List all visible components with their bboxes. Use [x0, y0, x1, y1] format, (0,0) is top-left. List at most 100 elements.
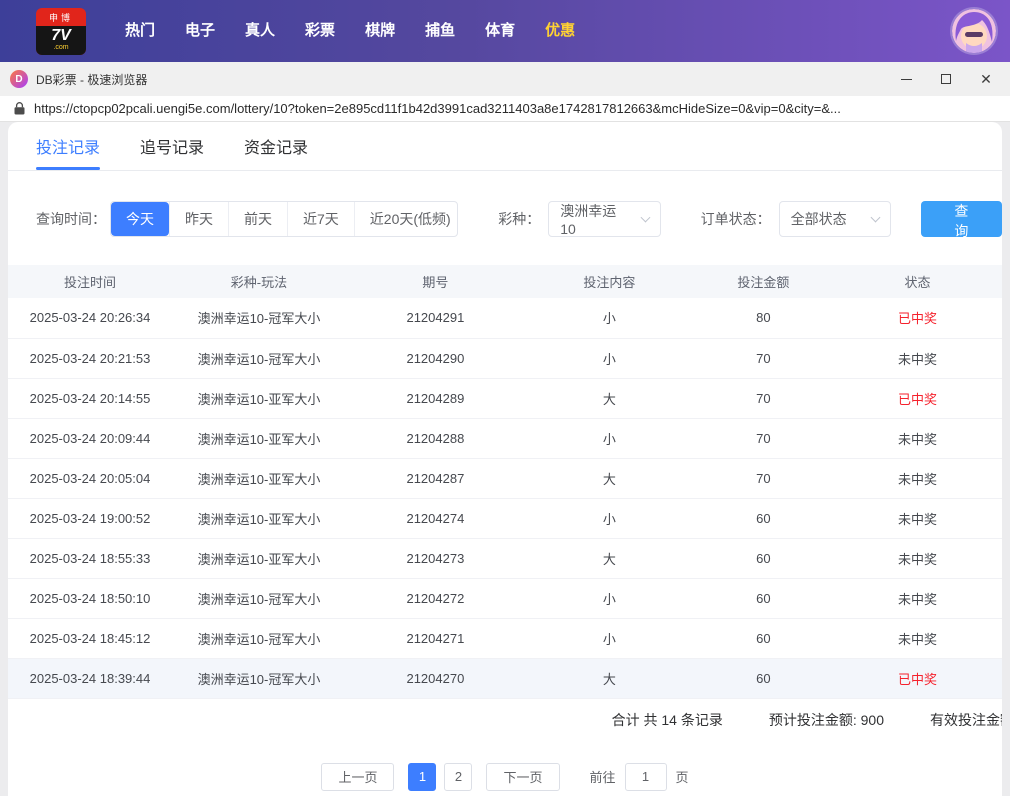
lottery-select-value: 澳洲幸运10 — [560, 203, 617, 237]
close-button[interactable]: ✕ — [966, 62, 1006, 96]
bet-table-body: 2025-03-24 20:26:34 澳洲幸运10-冠军大小 21204291 小 8… — [8, 298, 1002, 699]
cell-amount: 70 — [693, 458, 833, 499]
next-page-button[interactable]: 下一页 — [486, 762, 560, 791]
site-logo-brand: 7V — [51, 26, 71, 44]
browser-titlebar[interactable]: D DB彩票 - 极速浏览器 ✕ — [0, 62, 1010, 96]
cell-issue: 21204287 — [345, 458, 525, 499]
cell-game: 澳洲幸运10-冠军大小 — [172, 298, 346, 339]
lottery-select[interactable]: 澳洲幸运10 — [548, 201, 661, 237]
page-number-1[interactable]: 1 — [408, 762, 437, 791]
chevron-down-icon — [640, 212, 651, 223]
cell-content: 小 — [524, 618, 694, 659]
column-header: 投注内容 — [524, 265, 694, 298]
page-number-2[interactable]: 2 — [444, 762, 473, 791]
cell-issue: 21204290 — [345, 338, 525, 379]
goto-suffix: 页 — [675, 770, 689, 785]
nav-item-体育[interactable]: 体育 — [470, 0, 530, 62]
cell-game: 澳洲幸运10-冠军大小 — [172, 658, 346, 699]
nav-item-优惠[interactable]: 优惠 — [530, 0, 590, 62]
cell-game: 澳洲幸运10-冠军大小 — [172, 338, 346, 379]
cell-issue: 21204289 — [345, 378, 525, 419]
cell-status: 已中奖 — [832, 658, 1002, 699]
cell-game: 澳洲幸运10-亚军大小 — [172, 418, 346, 459]
status-select[interactable]: 全部状态 — [778, 201, 891, 237]
nav-item-彩票[interactable]: 彩票 — [290, 0, 350, 62]
cell-amount: 70 — [693, 338, 833, 379]
cell-content: 小 — [524, 418, 694, 459]
cell-amount: 70 — [693, 418, 833, 459]
cell-game: 澳洲幸运10-亚军大小 — [172, 538, 346, 579]
nav-item-真人[interactable]: 真人 — [230, 0, 290, 62]
table-row: 2025-03-24 20:26:34 澳洲幸运10-冠军大小 21204291 小 8… — [8, 298, 1002, 339]
chevron-down-icon — [870, 212, 881, 223]
cell-time: 2025-03-24 18:45:12 — [8, 618, 172, 659]
column-header: 期号 — [345, 265, 525, 298]
column-header: 投注时间 — [8, 265, 172, 298]
maximize-button[interactable] — [926, 62, 966, 96]
cell-status: 未中奖 — [832, 458, 1002, 499]
time-range-group: 今天 昨天 前天 近7天 近20天(低频) — [110, 201, 459, 237]
tab-投注记录[interactable]: 投注记录 — [36, 122, 101, 170]
record-tabs: 投注记录 追号记录 资金记录 — [8, 122, 1002, 171]
column-header: 状态 — [832, 265, 1002, 298]
browser-urlbar[interactable]: https://ctopcp02pcali.uengi5e.com/lotter… — [0, 96, 1010, 122]
lottery-filter-label: 彩种： — [498, 211, 541, 227]
nav-item-热门[interactable]: 热门 — [110, 0, 170, 62]
nav-item-电子[interactable]: 电子 — [170, 0, 230, 62]
cell-status: 未中奖 — [832, 578, 1002, 619]
cell-time: 2025-03-24 20:09:44 — [8, 418, 172, 459]
time-option-近7天[interactable]: 近7天 — [287, 202, 354, 236]
cell-content: 小 — [524, 338, 694, 379]
cell-status: 未中奖 — [832, 538, 1002, 579]
cell-status: 未中奖 — [832, 498, 1002, 539]
cell-time: 2025-03-24 20:14:55 — [8, 378, 172, 419]
nav-item-捕鱼[interactable]: 捕鱼 — [410, 0, 470, 62]
cell-time: 2025-03-24 18:50:10 — [8, 578, 172, 619]
time-option-近20天(低频)[interactable]: 近20天(低频) — [353, 202, 457, 236]
cell-time: 2025-03-24 20:05:04 — [8, 458, 172, 499]
cell-issue: 21204273 — [345, 538, 525, 579]
cell-time: 2025-03-24 18:39:44 — [8, 658, 172, 699]
table-row: 2025-03-24 18:39:44 澳洲幸运10-冠军大小 21204270 大 6… — [8, 658, 1002, 699]
prev-page-button[interactable]: 上一页 — [321, 762, 395, 791]
summary-valid-amount: 有效投注金额 — [930, 711, 1002, 728]
cell-status: 未中奖 — [832, 338, 1002, 379]
cell-content: 大 — [524, 658, 694, 699]
table-row: 2025-03-24 18:55:33 澳洲幸运10-亚军大小 21204273 大 6… — [8, 538, 1002, 579]
site-nav-items: 热门 电子 真人 彩票 棋牌 捕鱼 体育 优惠 — [110, 0, 590, 62]
cell-amount: 60 — [693, 578, 833, 619]
cell-content: 小 — [524, 498, 694, 539]
search-button[interactable]: 查询 — [920, 201, 1002, 239]
filter-bar: 查询时间： 今天 昨天 前天 近7天 近20天(低频) 彩种： 澳洲幸运10 订单状态：… — [36, 201, 1002, 239]
time-option-前天[interactable]: 前天 — [228, 202, 287, 236]
table-header-row: 投注时间 彩种-玩法 期号 投注内容 投注金额 状态 — [8, 265, 1002, 298]
time-option-今天[interactable]: 今天 — [111, 202, 169, 236]
avatar[interactable] — [952, 9, 996, 53]
cell-amount: 60 — [693, 618, 833, 659]
table-row: 2025-03-24 18:45:12 澳洲幸运10-冠军大小 21204271 小 6… — [8, 618, 1002, 659]
cell-status: 已中奖 — [832, 378, 1002, 419]
table-row: 2025-03-24 20:05:04 澳洲幸运10-亚军大小 21204287 大 7… — [8, 458, 1002, 499]
url-text[interactable]: https://ctopcp02pcali.uengi5e.com/lotter… — [34, 101, 841, 116]
cell-game: 澳洲幸运10-亚军大小 — [172, 378, 346, 419]
browser-app-icon: D — [10, 70, 28, 88]
table-row: 2025-03-24 20:09:44 澳洲幸运10-亚军大小 21204288 小 7… — [8, 418, 1002, 459]
time-option-昨天[interactable]: 昨天 — [169, 202, 228, 236]
minimize-button[interactable] — [886, 62, 926, 96]
window-title: DB彩票 - 极速浏览器 — [36, 72, 148, 87]
tab-资金记录[interactable]: 资金记录 — [244, 122, 308, 170]
cell-amount: 60 — [693, 658, 833, 699]
status-filter-label: 订单状态： — [700, 211, 771, 227]
summary-expected-amount: 预计投注金额: 900 — [768, 711, 884, 728]
cell-content: 大 — [524, 538, 694, 579]
lock-icon — [14, 102, 25, 115]
cell-content: 大 — [524, 458, 694, 499]
goto-page-input[interactable] — [624, 762, 667, 791]
page-background: 投注记录 追号记录 资金记录 查询时间： 今天 昨天 前天 近7天 近20天(低频) 彩种：… — [0, 122, 1010, 796]
table-row: 2025-03-24 18:50:10 澳洲幸运10-冠军大小 21204272 小 6… — [8, 578, 1002, 619]
site-logo[interactable]: 申博 7V .com — [36, 7, 86, 55]
nav-item-棋牌[interactable]: 棋牌 — [350, 0, 410, 62]
cell-status: 已中奖 — [832, 298, 1002, 339]
cell-content: 小 — [524, 298, 694, 339]
tab-追号记录[interactable]: 追号记录 — [140, 122, 204, 170]
